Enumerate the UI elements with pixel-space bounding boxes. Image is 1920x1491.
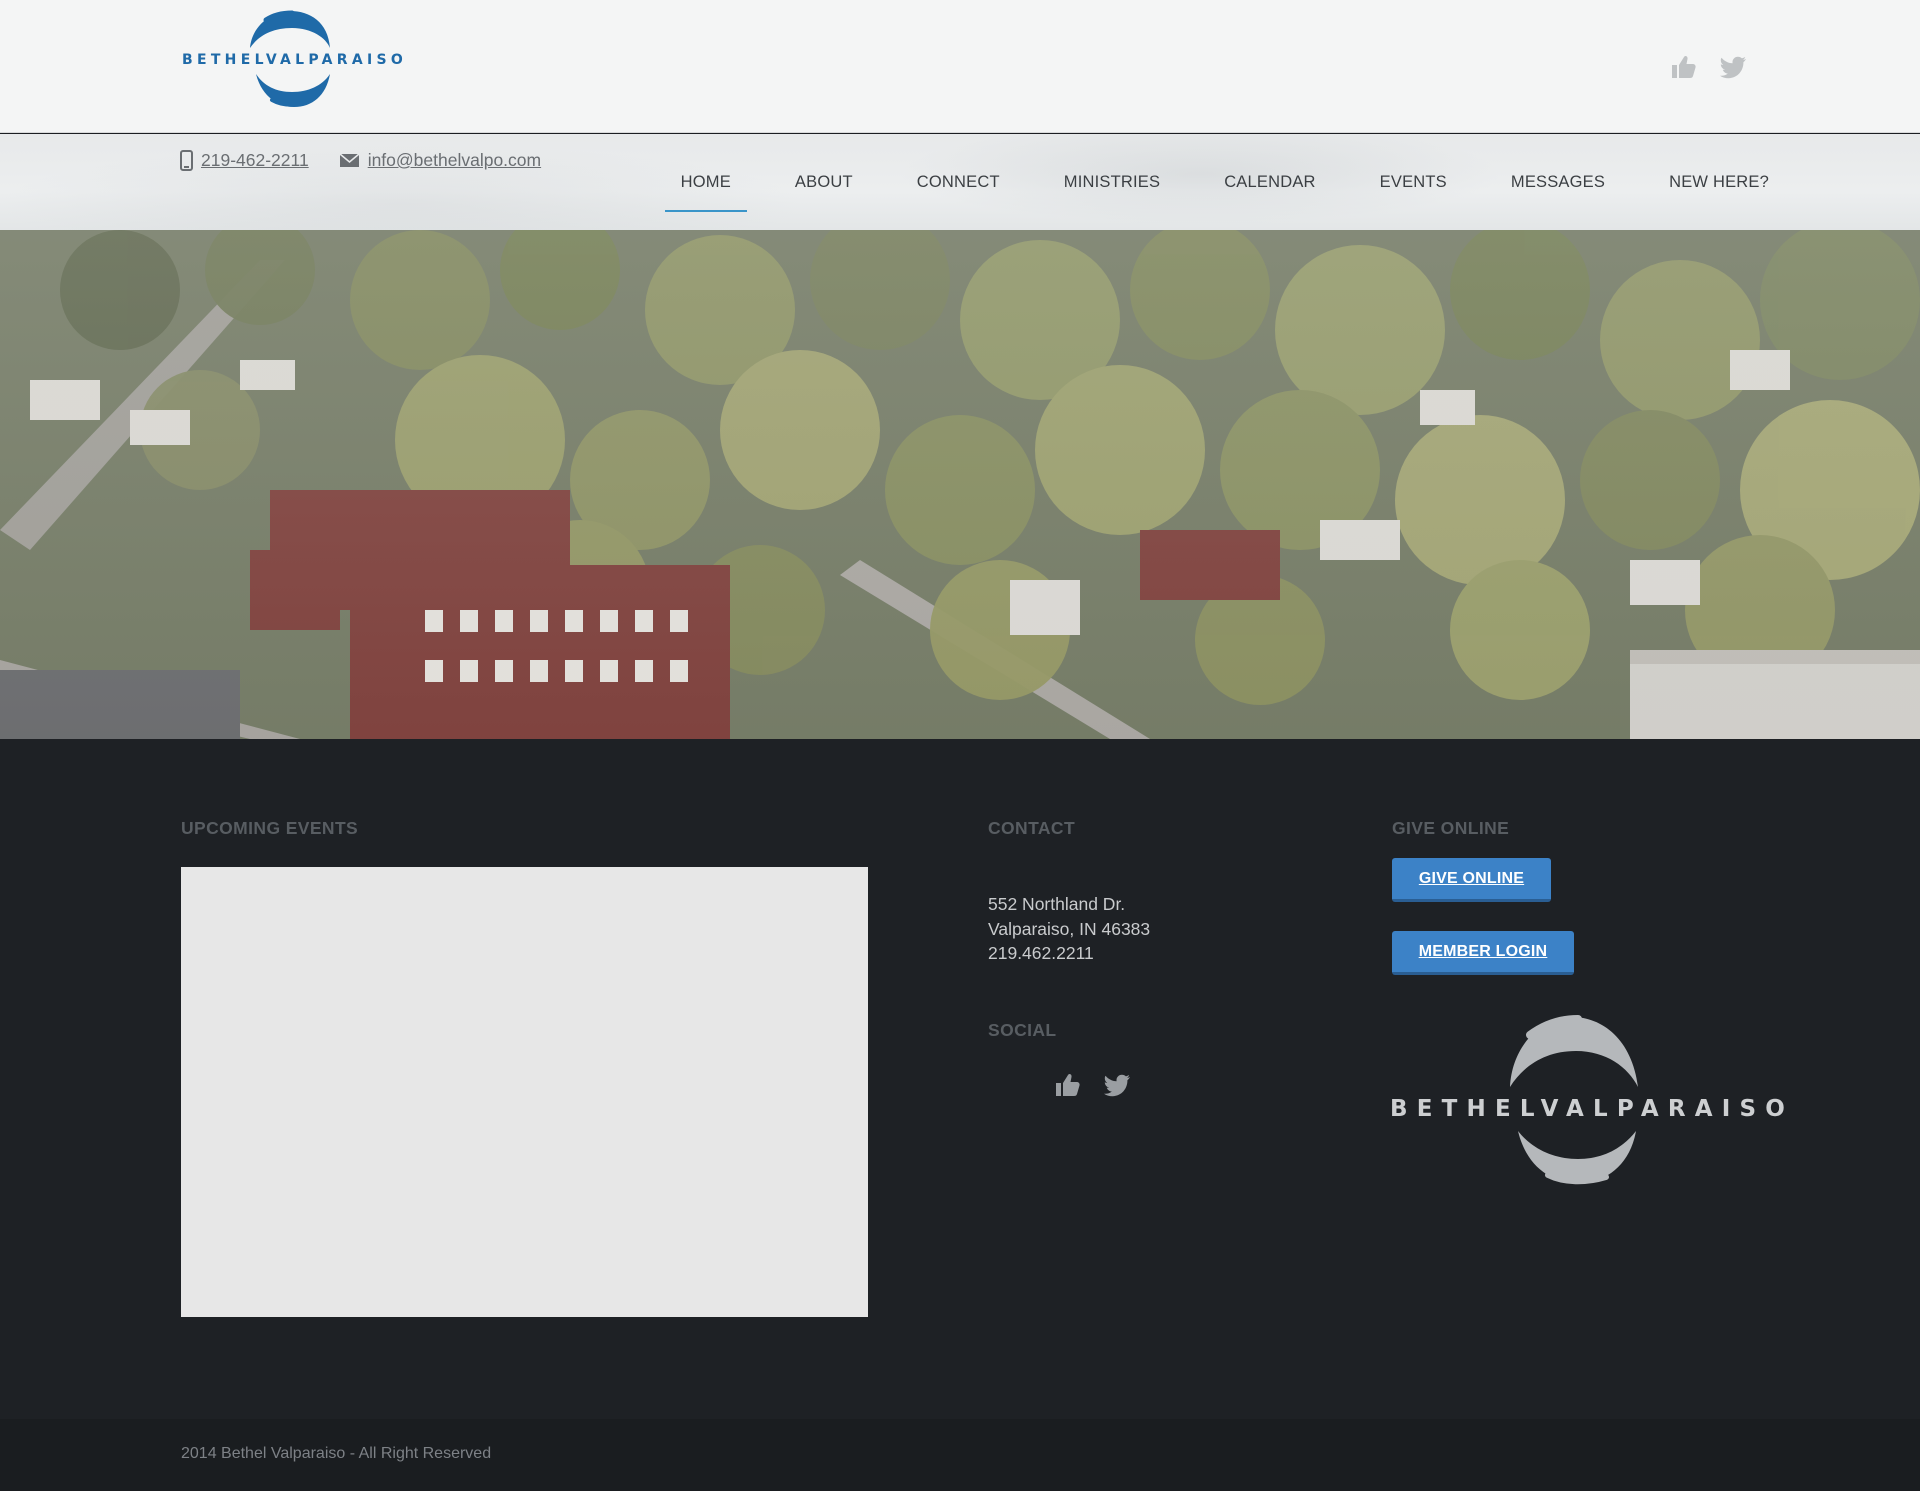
header-phone-text: 219-462-2211 xyxy=(201,150,309,170)
nav-item-connect[interactable]: CONNECT xyxy=(885,134,1032,230)
footer-social-links xyxy=(1053,1072,1131,1098)
address-line-1: 552 Northland Dr. xyxy=(988,894,1126,914)
footer-logo: BETHELVALPARAISO xyxy=(1390,1015,1795,1185)
upcoming-events-title: UPCOMING EVENTS xyxy=(181,818,359,838)
like-icon[interactable] xyxy=(1669,54,1697,80)
contact-address: 552 Northland Dr. Valparaiso, IN 46383 2… xyxy=(988,892,1150,966)
phone-icon xyxy=(180,150,193,171)
nav-item-messages[interactable]: MESSAGES xyxy=(1479,134,1637,230)
footer-logo-wordmark: BETHELVALPARAISO xyxy=(1390,1096,1795,1122)
contact-title: CONTACT xyxy=(988,818,1076,838)
header-email-text: info@bethelvalpo.com xyxy=(367,150,542,170)
twitter-icon[interactable] xyxy=(1103,1072,1131,1098)
twitter-icon[interactable] xyxy=(1719,54,1747,80)
nav-strip: 219-462-2211 info@bethelvalpo.com HOME A… xyxy=(0,134,1920,230)
member-login-button[interactable]: MEMBER LOGIN xyxy=(1392,931,1574,975)
site-logo[interactable]: BETHELVALPARAISO xyxy=(180,8,408,108)
hero-aerial-illustration xyxy=(0,230,1920,739)
like-icon[interactable] xyxy=(1053,1072,1081,1098)
top-contact-info: 219-462-2211 info@bethelvalpo.com xyxy=(180,150,541,171)
contact-phone: 219.462.2211 xyxy=(988,943,1094,963)
address-line-2: Valparaiso, IN 46383 xyxy=(988,918,1151,939)
nav-item-calendar[interactable]: CALENDAR xyxy=(1192,134,1347,230)
upcoming-events-widget xyxy=(181,867,868,1317)
copyright-text: 2014 Bethel Valparaiso - All Right Reser… xyxy=(181,1445,492,1462)
envelope-icon xyxy=(339,153,360,167)
nav-item-about[interactable]: ABOUT xyxy=(763,134,885,230)
header-phone-link[interactable]: 219-462-2211 xyxy=(180,150,309,171)
nav-item-ministries[interactable]: MINISTRIES xyxy=(1032,134,1192,230)
hero-town-aerial-image xyxy=(0,230,1920,739)
footer-main: UPCOMING EVENTS CONTACT 552 Northland Dr… xyxy=(0,739,1920,1419)
give-online-button[interactable]: GIVE ONLINE xyxy=(1392,858,1551,902)
copyright-bar: 2014 Bethel Valparaiso - All Right Reser… xyxy=(0,1419,1920,1491)
give-online-title: GIVE ONLINE xyxy=(1392,818,1510,838)
main-nav: HOME ABOUT CONNECT MINISTRIES CALENDAR E… xyxy=(649,134,1769,230)
site-header: BETHELVALPARAISO xyxy=(0,0,1920,133)
header-social-links xyxy=(1669,54,1747,80)
nav-item-events[interactable]: EVENTS xyxy=(1348,134,1479,230)
social-title: SOCIAL xyxy=(988,1020,1057,1040)
logo-wordmark: BETHELVALPARAISO xyxy=(182,52,408,68)
nav-item-new-here[interactable]: NEW HERE? xyxy=(1637,134,1769,230)
nav-item-home[interactable]: HOME xyxy=(649,134,763,230)
header-email-link[interactable]: info@bethelvalpo.com xyxy=(339,150,541,171)
